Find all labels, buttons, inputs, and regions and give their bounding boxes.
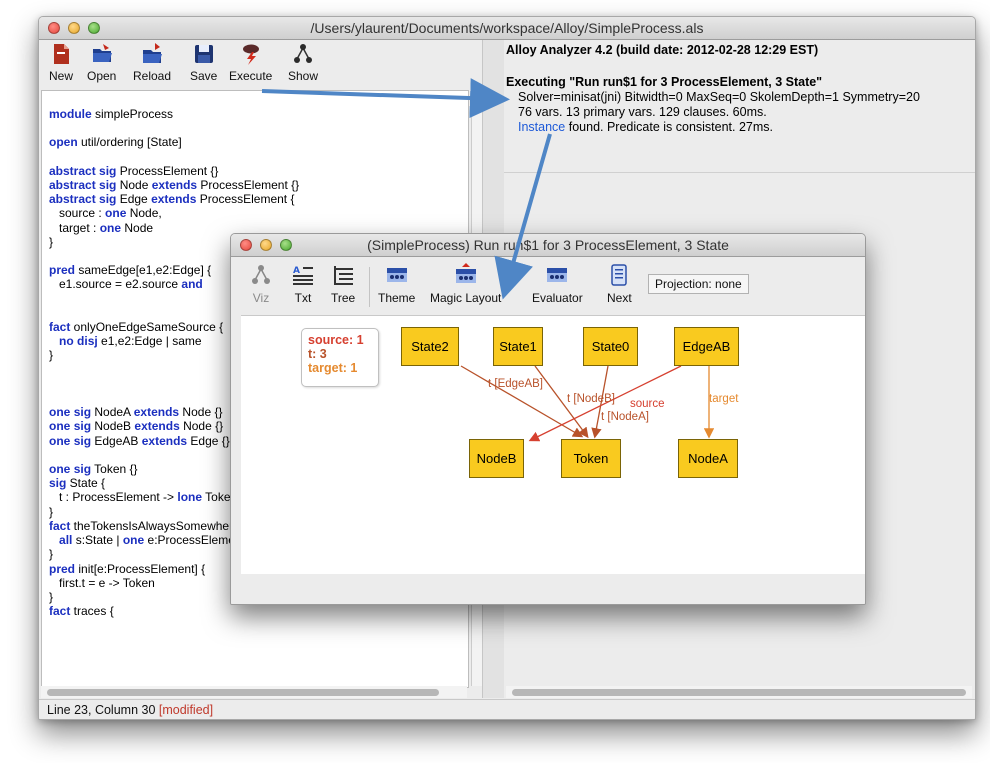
graph-node-state1[interactable]: State1: [493, 327, 543, 366]
graph-node-nodeb[interactable]: NodeB: [469, 439, 524, 478]
log-stats: 76 vars. 13 primary vars. 129 clauses. 6…: [518, 105, 767, 119]
edge-label-source: source: [630, 398, 665, 410]
status-modified: [modified]: [158, 703, 214, 717]
viz-titlebar[interactable]: (SimpleProcess) Run run$1 for 3 ProcessE…: [231, 234, 865, 257]
status-bar: Line 23, Column 30 [modified]: [39, 699, 975, 719]
viz-toolbar: Viz A Txt Tree Theme Magic Layout Evalua…: [231, 257, 865, 314]
editor-horizontal-scrollbar[interactable]: [41, 686, 467, 698]
reload-button[interactable]: Reload: [133, 42, 171, 83]
code-line: open util/ordering [State]: [49, 135, 182, 150]
new-button[interactable]: New: [49, 42, 73, 83]
show-button[interactable]: Show: [288, 42, 318, 83]
instance-link[interactable]: Instance: [518, 120, 565, 134]
next-icon: [611, 264, 628, 286]
edge-state2-token: [460, 365, 584, 438]
log-horizontal-scrollbar[interactable]: [506, 686, 972, 698]
editor-scroll-thumb[interactable]: [47, 689, 439, 696]
next-button[interactable]: Next: [607, 263, 632, 305]
txt-button[interactable]: A Txt: [291, 263, 315, 305]
graph-node-nodea[interactable]: NodeA: [678, 439, 738, 478]
theme-button[interactable]: Theme: [378, 263, 415, 305]
log-executing: Executing "Run run$1 for 3 ProcessElemen…: [506, 75, 823, 89]
theme-icon: [386, 268, 407, 282]
code-line: source : one Node,: [49, 206, 162, 221]
magic-layout-icon: [455, 263, 476, 283]
graph-node-state2[interactable]: State2: [401, 327, 459, 366]
code-line: fact traces {: [49, 604, 114, 619]
toolbar-separator: [369, 267, 370, 307]
execute-lightning-icon: [242, 44, 259, 65]
graph-node-token[interactable]: Token: [561, 439, 621, 478]
viz-graph-icon: [252, 265, 270, 284]
code-line: abstract sig Edge extends ProcessElement…: [49, 192, 295, 207]
visualizer-window: (SimpleProcess) Run run$1 for 3 ProcessE…: [230, 233, 866, 605]
log-instance-line: Instance found. Predicate is consistent.…: [518, 120, 774, 134]
svg-text:A: A: [293, 266, 300, 276]
graph-node-edgeab[interactable]: EdgeAB: [674, 327, 739, 366]
status-position: Line 23, Column 30 [modified]: [47, 703, 214, 717]
new-file-icon: [54, 44, 69, 64]
graph-edges: [460, 365, 715, 442]
magic-layout-button[interactable]: Magic Layout: [430, 263, 501, 305]
show-tree-icon: [294, 44, 313, 63]
save-button[interactable]: Save: [190, 42, 217, 83]
main-toolbar: New Open Reload Save Execute Show: [39, 40, 481, 88]
projection-button[interactable]: Projection: none: [648, 274, 749, 294]
log-output: Alloy Analyzer 4.2 (build date: 2012-02-…: [504, 40, 975, 170]
viz-button[interactable]: Viz: [249, 263, 273, 305]
edge-label-t-edgeab: t [EdgeAB]: [488, 378, 543, 390]
text-icon: A: [293, 266, 313, 285]
tree-icon: [334, 266, 354, 285]
viz-title: (SimpleProcess) Run run$1 for 3 ProcessE…: [367, 237, 729, 253]
edge-label-t-nodeb: t [NodeB]: [567, 393, 615, 405]
log-scroll-thumb[interactable]: [512, 689, 966, 696]
instance-graph[interactable]: source: 1 t: 3 target: 1 t [EdgeAB] t [N…: [241, 315, 865, 575]
code-line: module simpleProcess: [49, 107, 174, 121]
log-solver: Solver=minisat(jni) Bitwidth=0 MaxSeq=0 …: [518, 90, 920, 104]
code-line: abstract sig ProcessElement {}: [49, 163, 219, 178]
log-divider: [504, 172, 975, 173]
window-title: /Users/ylaurent/Documents/workspace/Allo…: [310, 20, 704, 36]
code-line: abstract sig Node extends ProcessElement…: [49, 178, 300, 193]
main-titlebar[interactable]: /Users/ylaurent/Documents/workspace/Allo…: [39, 17, 975, 40]
log-header: Alloy Analyzer 4.2 (build date: 2012-02-…: [506, 43, 819, 57]
edge-label-target: target: [709, 393, 739, 405]
reload-icon: [143, 43, 163, 63]
evaluator-icon: [547, 268, 568, 282]
evaluator-button[interactable]: Evaluator: [532, 263, 583, 305]
edge-label-t-nodea: t [NodeA]: [601, 411, 649, 423]
graph-node-state0[interactable]: State0: [583, 327, 638, 366]
open-button[interactable]: Open: [87, 42, 116, 83]
execute-button[interactable]: Execute: [229, 42, 272, 83]
open-folder-icon: [92, 44, 112, 62]
viz-footer: [231, 574, 865, 604]
tree-button[interactable]: Tree: [331, 263, 355, 305]
save-disk-icon: [194, 45, 213, 63]
